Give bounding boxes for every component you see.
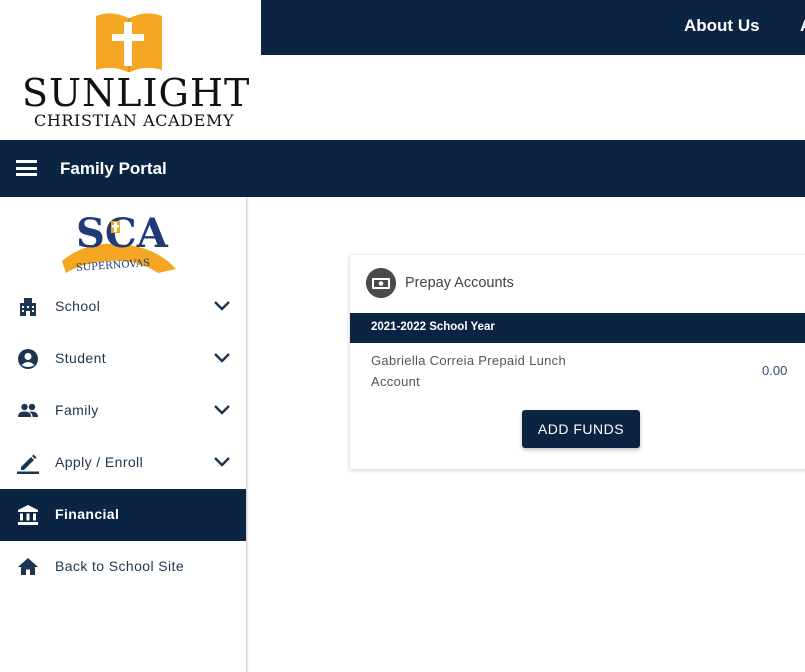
add-funds-button[interactable]: ADD FUNDS [522,410,640,448]
nav-link-about-us[interactable]: About Us [684,16,760,36]
school-year-label: 2021-2022 School Year [371,321,495,333]
portal-header-bar: Family Portal [0,140,805,197]
sidebar-item-label: Family [55,402,99,418]
sidebar-item-label: Apply / Enroll [55,454,144,470]
sidebar: SCA SUPERNOVAS School Student Family App… [0,197,246,672]
sidebar-item-label: Student [55,350,107,366]
pencil-icon [17,454,39,474]
sidebar-item-school[interactable]: School [0,281,246,333]
portal-title: Family Portal [60,159,167,178]
building-icon [20,298,36,316]
sidebar-item-financial[interactable]: Financial [0,489,246,541]
school-year-header: 2021-2022 School Year [350,313,805,343]
chevron-down-icon[interactable] [213,455,231,469]
card-title: Prepay Accounts [405,275,514,291]
chevron-down-icon[interactable] [213,351,231,365]
top-navigation: About Us A [261,0,805,55]
home-icon [18,558,38,575]
logo-wordmark: SUNLIGHT [22,71,251,115]
school-logo[interactable]: SUNLIGHT CHRISTIAN ACADEMY [0,0,261,140]
logo-subtitle: CHRISTIAN ACADEMY [34,111,235,130]
prepay-accounts-card: Prepay Accounts 2021-2022 School Year Ga… [350,255,805,469]
bank-icon [18,505,38,525]
sidebar-item-label: Financial [55,506,120,522]
sidebar-item-apply-enroll[interactable]: Apply / Enroll [0,437,246,489]
sidebar-item-family[interactable]: Family [0,385,246,437]
account-circle-icon [18,349,38,369]
people-icon [18,403,38,417]
chevron-down-icon[interactable] [213,403,231,417]
sca-supernovas-logo: SCA SUPERNOVAS [62,210,176,274]
money-icon [366,268,396,298]
svg-text:SCA: SCA [76,210,169,257]
account-balance: 0.00 [762,363,788,378]
sidebar-item-student[interactable]: Student [0,333,246,385]
book-cross-logo-icon [96,13,162,72]
main-content: Prepay Accounts 2021-2022 School Year Ga… [249,197,805,672]
account-name: Gabriella Correia Prepaid Lunch Account [371,353,567,389]
page: SUNLIGHT CHRISTIAN ACADEMY About Us A Fa… [0,0,805,672]
sidebar-item-label: School [55,298,101,314]
nav-link-truncated[interactable]: A [800,16,805,36]
chevron-down-icon[interactable] [213,299,231,313]
menu-toggle-icon[interactable] [16,160,37,176]
sidebar-item-label: Back to School Site [55,558,184,574]
sidebar-item-back-to-school-site[interactable]: Back to School Site [0,541,246,593]
